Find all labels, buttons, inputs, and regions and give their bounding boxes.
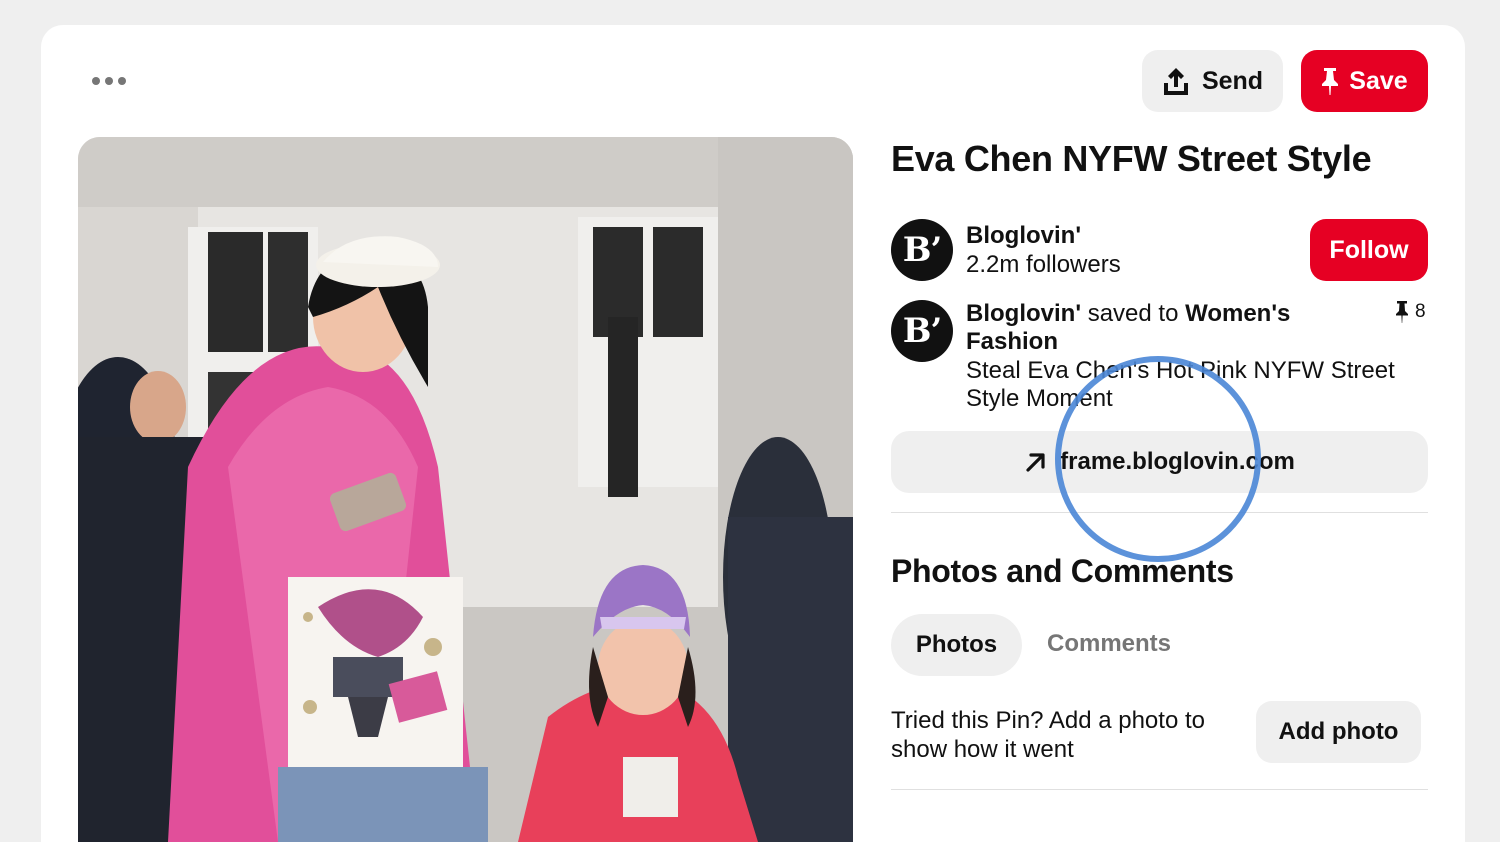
saver-name[interactable]: Bloglovin' [966, 300, 1081, 327]
pin-photo[interactable] [78, 137, 853, 842]
more-options-button[interactable] [92, 66, 128, 96]
divider [891, 789, 1428, 790]
repin-count-value: 8 [1415, 301, 1426, 322]
pin-icon [1396, 301, 1408, 323]
external-arrow-icon [1026, 453, 1045, 472]
share-upload-icon [1163, 68, 1188, 95]
follow-button[interactable]: Follow [1310, 219, 1428, 281]
dot [92, 77, 100, 85]
creator-name[interactable]: Bloglovin' [966, 222, 1081, 250]
repin-count: 8 [1395, 300, 1426, 324]
dot [118, 77, 126, 85]
photos-comments-title: Photos and Comments [891, 553, 1234, 589]
source-link-button[interactable]: frame.bloglovin.com [891, 431, 1428, 493]
divider [891, 512, 1428, 513]
pin-description: Steal Eva Chen's Hot Pink NYFW Street St… [966, 357, 1395, 412]
source-domain: frame.bloglovin.com [1060, 448, 1295, 475]
tab-photos[interactable]: Photos [891, 614, 1022, 676]
tab-comments[interactable]: Comments [1047, 630, 1171, 658]
pin-title: Eva Chen NYFW Street Style [891, 138, 1372, 179]
saver-avatar[interactable]: B’ [891, 300, 953, 362]
pin-icon [1322, 68, 1339, 95]
creator-avatar[interactable]: B’ [891, 219, 953, 281]
follower-count: 2.2m followers [966, 251, 1121, 278]
add-photo-button[interactable]: Add photo [1256, 701, 1421, 763]
dot [105, 77, 113, 85]
save-label: Save [1349, 66, 1408, 95]
add-photo-prompt: Tried this Pin? Add a photo to show how … [891, 707, 1205, 763]
saved-to-text: saved to [1081, 300, 1186, 327]
saved-to-line: Bloglovin' saved to Women's Fashion [966, 300, 1346, 356]
send-label: Send [1201, 66, 1264, 95]
save-button[interactable]: Save [1301, 50, 1428, 112]
street-style-photo [78, 137, 853, 842]
send-button[interactable]: Send [1142, 50, 1283, 112]
